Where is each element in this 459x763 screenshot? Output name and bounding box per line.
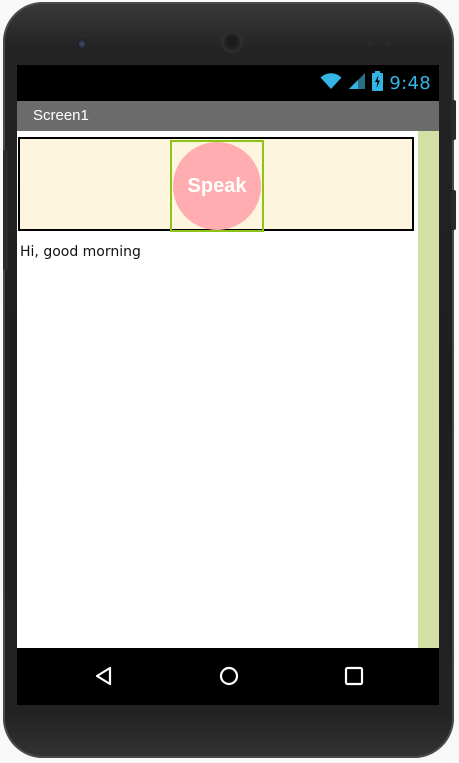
home-button[interactable] bbox=[214, 661, 244, 691]
earpiece-speaker bbox=[221, 31, 243, 53]
app-content: Speak Hi, good morning bbox=[17, 131, 439, 648]
front-camera bbox=[77, 39, 87, 49]
phone-screen: 9:48 Screen1 Speak Hi, good morning bbox=[17, 65, 439, 705]
side-panel bbox=[418, 131, 439, 648]
status-icons: 9:48 bbox=[320, 70, 431, 96]
app-title-bar: Screen1 bbox=[17, 101, 439, 131]
side-button bbox=[451, 190, 456, 230]
speak-button-label: Speak bbox=[187, 174, 247, 197]
navigation-bar bbox=[17, 648, 439, 705]
power-button bbox=[451, 100, 456, 140]
speak-button[interactable]: Speak bbox=[173, 142, 261, 230]
battery-charging-icon bbox=[372, 71, 384, 95]
app-title: Screen1 bbox=[33, 107, 89, 124]
status-bar: 9:48 bbox=[17, 65, 439, 101]
proximity-sensor bbox=[367, 40, 373, 46]
horizontal-arrangement: Speak bbox=[18, 137, 414, 232]
back-button[interactable] bbox=[89, 661, 119, 691]
status-clock: 9:48 bbox=[389, 72, 431, 94]
back-icon bbox=[95, 666, 112, 686]
volume-button bbox=[3, 150, 8, 270]
recent-apps-icon bbox=[344, 666, 364, 686]
home-icon bbox=[219, 666, 239, 686]
light-sensor bbox=[385, 40, 391, 46]
recent-apps-button[interactable] bbox=[339, 661, 369, 691]
message-label: Hi, good morning bbox=[20, 244, 141, 260]
cellular-signal-icon bbox=[348, 72, 366, 94]
phone-frame: 9:48 Screen1 Speak Hi, good morning bbox=[3, 2, 454, 758]
speak-button-frame: Speak bbox=[170, 140, 264, 232]
wifi-icon bbox=[320, 72, 342, 94]
